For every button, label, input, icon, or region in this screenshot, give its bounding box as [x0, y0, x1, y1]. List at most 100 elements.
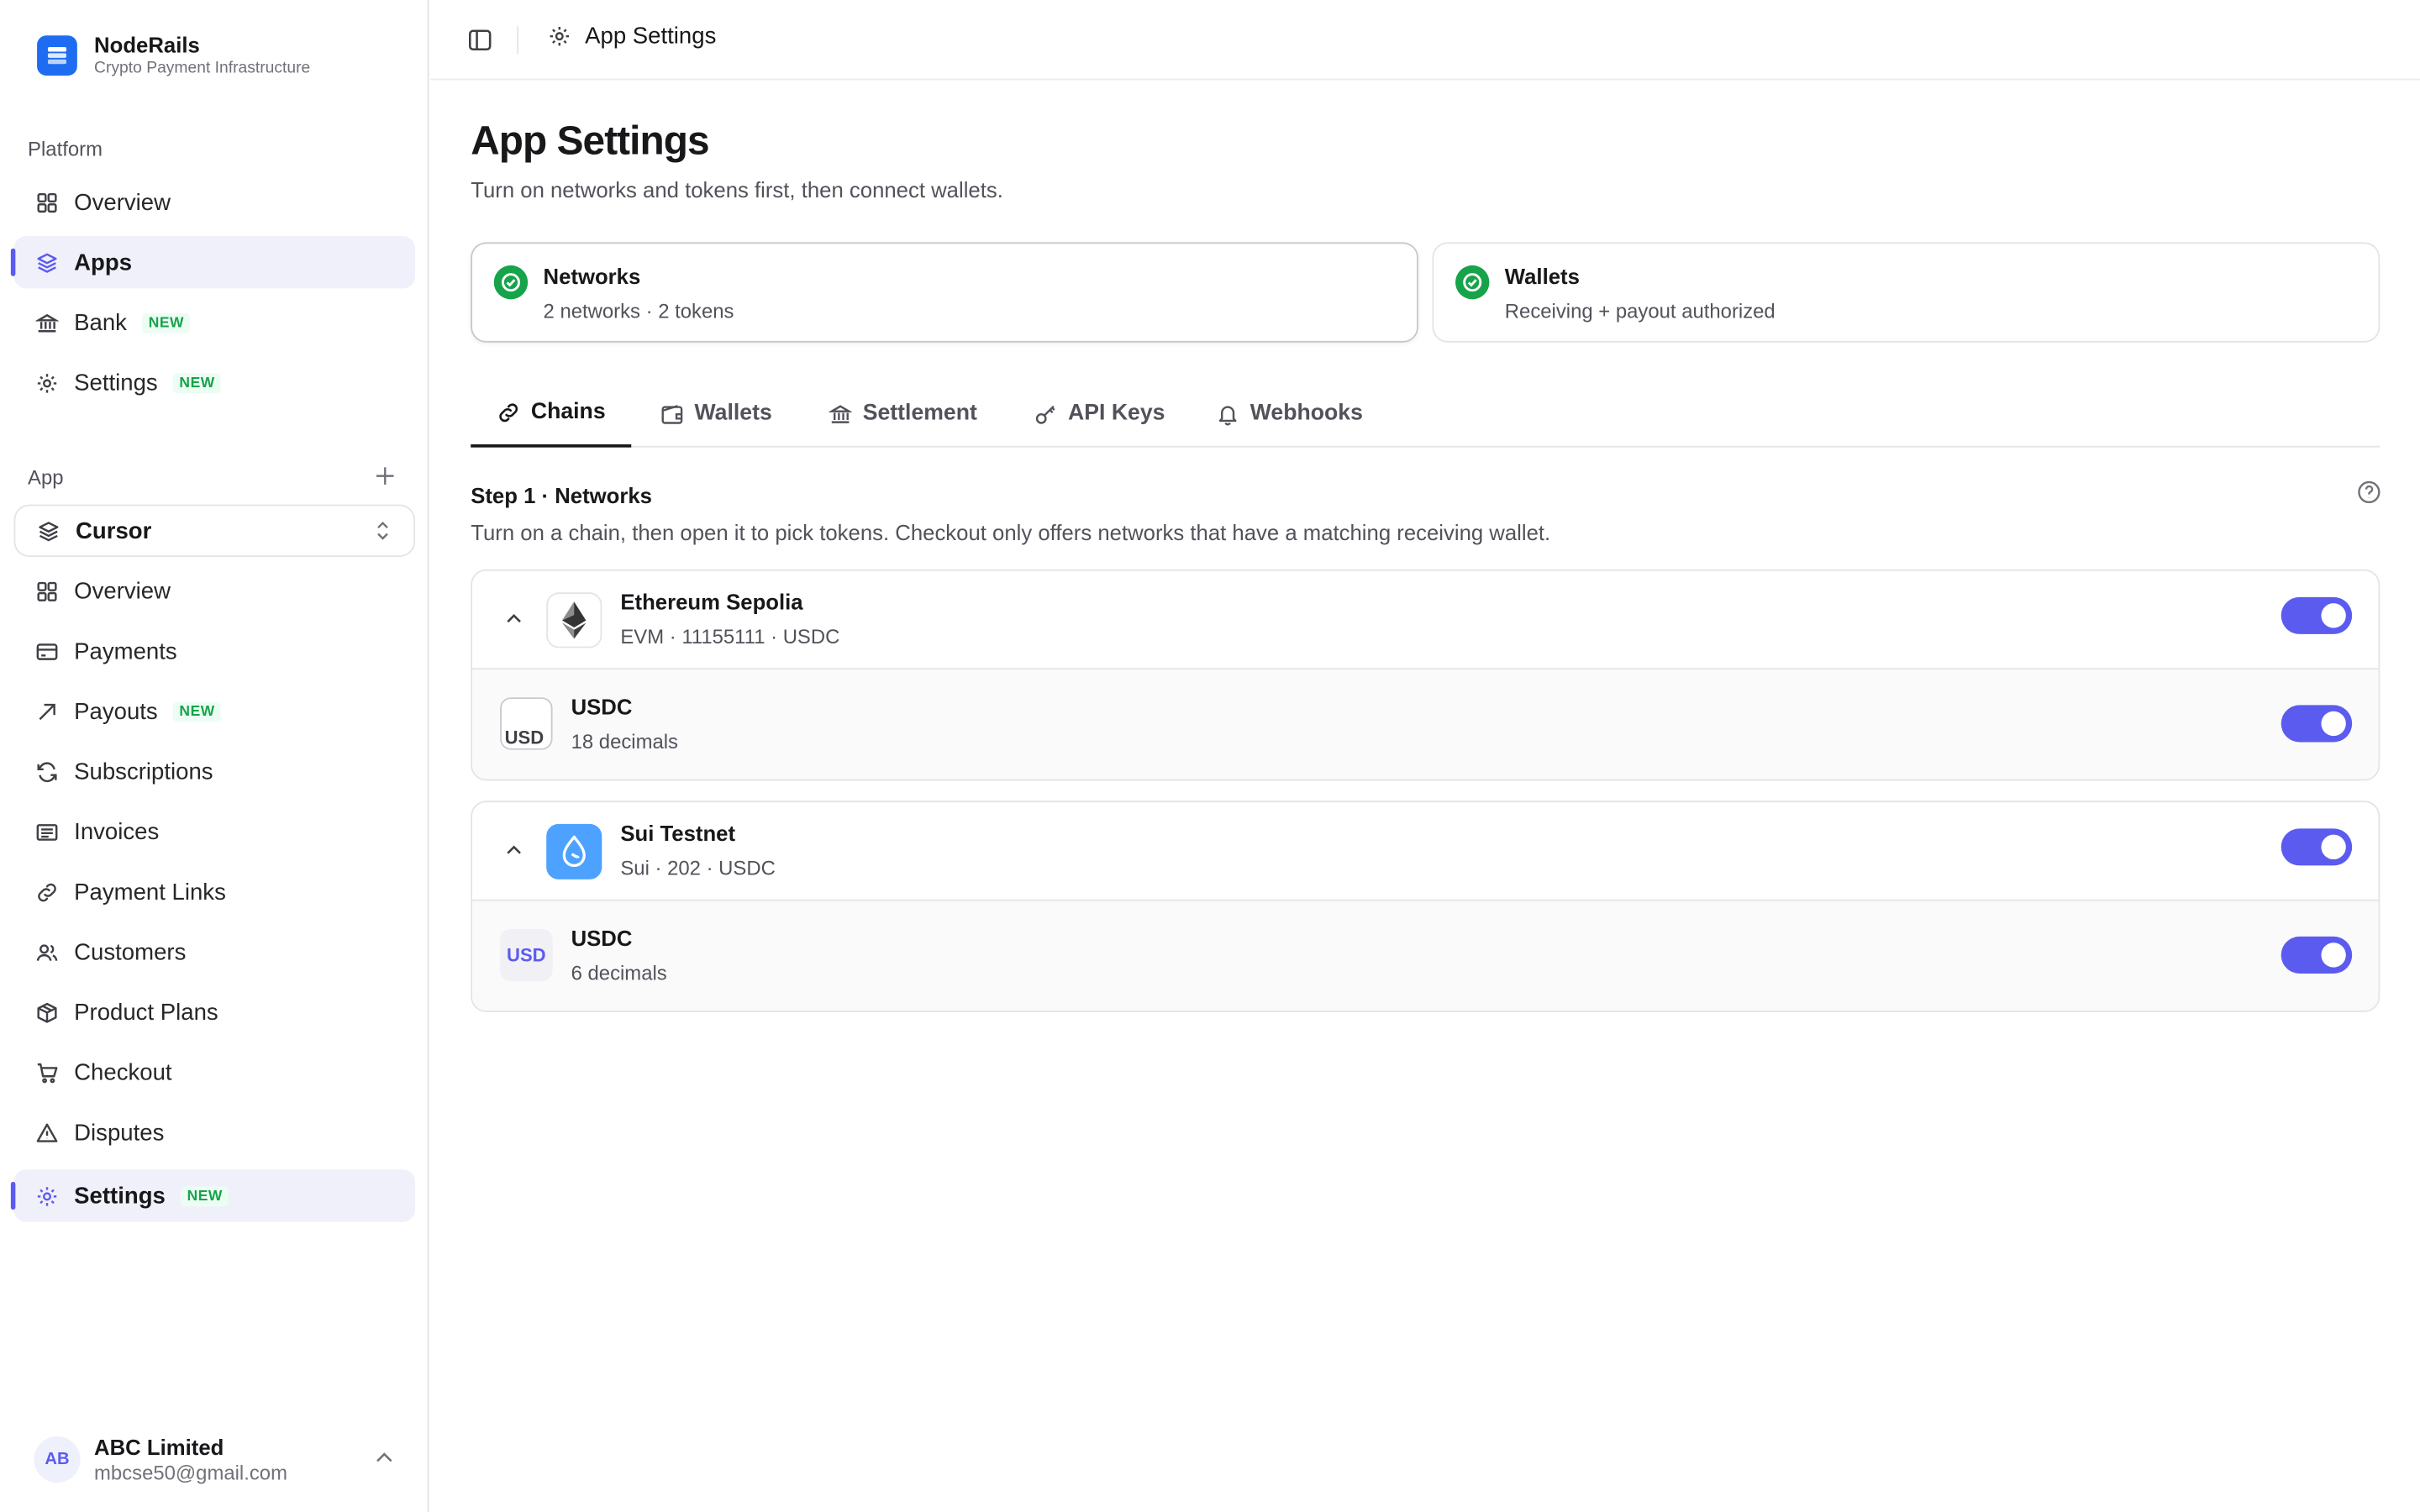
token-name: USDC [571, 694, 633, 719]
sidebar-item-subscriptions[interactable]: Subscriptions [14, 745, 416, 797]
sidebar-item-payments[interactable]: Payments [14, 625, 416, 677]
link-icon [34, 879, 58, 904]
token-row: USD USDC 6 decimals [472, 900, 2379, 1011]
brand-subtitle: Crypto Payment Infrastructure [94, 58, 311, 77]
tab-label: Webhooks [1249, 401, 1363, 426]
breadcrumb: App Settings [546, 24, 716, 50]
account-name: ABC Limited [94, 1434, 224, 1459]
sidebar-item-invoices[interactable]: Invoices [14, 806, 416, 858]
gear-icon [34, 370, 58, 395]
toggle-knob [2321, 603, 2346, 628]
tab-label: API Keys [1068, 401, 1165, 426]
breadcrumb-label: App Settings [585, 23, 717, 50]
bank-icon [34, 310, 58, 334]
tab-webhooks[interactable]: Webhooks [1190, 380, 1389, 448]
chain-name: Ethereum Sepolia [620, 589, 803, 615]
tab-chains[interactable]: Chains [471, 380, 632, 448]
sidebar-toggle-icon[interactable] [468, 28, 492, 52]
usdc-token-logo: USD [500, 697, 553, 750]
arrow-up-right-icon [34, 699, 58, 723]
toggle-knob [2321, 711, 2346, 737]
sidebar-item-label: Subscriptions [74, 758, 213, 785]
check-circle-icon [1455, 265, 1490, 300]
account-menu[interactable]: AB ABC Limited mbcse50@gmail.com [34, 1429, 404, 1490]
sidebar-item-label: Checkout [74, 1058, 172, 1086]
sidebar-item-bank[interactable]: Bank NEW [14, 297, 416, 349]
tab-api-keys[interactable]: API Keys [1007, 380, 1191, 448]
step-description: 2 networks · 2 tokens [543, 299, 734, 323]
sidebar-item-label: Overview [74, 188, 171, 216]
sidebar-item-label: Disputes [74, 1119, 165, 1146]
account-email: mbcse50@gmail.com [94, 1460, 287, 1484]
step-card-wallets[interactable]: Wallets Receiving + payout authorized [1432, 242, 2381, 343]
section-subtitle: Turn on a chain, then open it to pick to… [471, 519, 1551, 545]
new-badge: NEW [173, 701, 222, 722]
sui-icon [546, 823, 602, 879]
section-title: Step 1 · Networks [471, 482, 652, 508]
ethereum-icon [546, 592, 602, 648]
chain-card-sui-testnet: Sui Testnet Sui · 202 · USDC USD USDC 6 … [471, 801, 2381, 1012]
chain-name: Sui Testnet [620, 821, 736, 846]
tab-settlement[interactable]: Settlement [802, 380, 1003, 448]
token-toggle[interactable] [2281, 705, 2353, 743]
step-description: Receiving + payout authorized [1504, 299, 1776, 323]
chain-row[interactable]: Ethereum Sepolia EVM · 11155111 · USDC [472, 571, 2379, 670]
sidebar-item-product-plans[interactable]: Product Plans [14, 986, 416, 1038]
sidebar-item-platform-settings[interactable]: Settings NEW [14, 356, 416, 408]
chain-toggle[interactable] [2281, 596, 2353, 634]
sidebar-item-checkout[interactable]: Checkout [14, 1046, 416, 1098]
platform-group-label: Platform [28, 137, 103, 161]
tab-label: Settlement [862, 401, 977, 426]
chain-row[interactable]: Sui Testnet Sui · 202 · USDC [472, 802, 2379, 901]
chevron-up-down-icon [373, 518, 392, 549]
chain-card-ethereum-sepolia: Ethereum Sepolia EVM · 11155111 · USDC U… [471, 569, 2381, 781]
box-icon [34, 1000, 58, 1024]
gear-icon [546, 24, 571, 48]
check-circle-icon [493, 265, 529, 300]
token-toggle[interactable] [2281, 936, 2353, 974]
card-icon [34, 638, 58, 663]
token-row: USD USDC 18 decimals [472, 669, 2379, 780]
sidebar-item-app-settings[interactable]: Settings NEW [10, 1169, 416, 1222]
sidebar-item-label: Product Plans [74, 999, 218, 1026]
step-title: Networks [543, 264, 641, 289]
selected-app-name: Cursor [75, 517, 152, 544]
brand-name: NodeRails [94, 32, 200, 57]
app-selector[interactable]: Cursor [13, 504, 416, 558]
sidebar-item-payment-links[interactable]: Payment Links [14, 865, 416, 917]
invoice-icon [34, 819, 58, 843]
grid-icon [34, 190, 58, 214]
sidebar-item-platform-overview[interactable]: Overview [14, 176, 416, 228]
chain-meta: EVM · 11155111 · USDC [620, 624, 840, 648]
bell-icon [1216, 402, 1239, 425]
page-title: App Settings [471, 117, 709, 164]
sidebar-item-customers[interactable]: Customers [14, 926, 416, 978]
tab-label: Chains [530, 399, 606, 425]
chain-meta: Sui · 202 · USDC [620, 856, 776, 879]
cart-icon [34, 1060, 58, 1084]
brand[interactable]: NodeRails Crypto Payment Infrastructure [37, 33, 310, 79]
help-circle-icon[interactable] [2357, 480, 2381, 504]
sidebar-item-apps[interactable]: Apps [10, 236, 416, 289]
grid-icon [34, 579, 58, 603]
sidebar-item-label: Invoices [74, 818, 160, 845]
sidebar-item-label: Overview [74, 577, 171, 605]
add-app-plus-icon[interactable] [372, 463, 397, 487]
chevron-up-icon[interactable] [503, 839, 525, 861]
token-name: USDC [571, 926, 633, 951]
toggle-knob [2321, 942, 2346, 968]
chain-toggle[interactable] [2281, 828, 2353, 866]
bank-icon [829, 402, 852, 425]
step-card-networks[interactable]: Networks 2 networks · 2 tokens [471, 242, 1418, 343]
tab-wallets[interactable]: Wallets [634, 380, 798, 448]
chevron-up-icon[interactable] [503, 608, 525, 630]
noderails-logo-icon [37, 35, 77, 76]
sidebar-item-label: Payouts [74, 698, 158, 725]
layers-icon [35, 518, 60, 543]
sidebar-item-label: Settings [74, 1182, 166, 1210]
new-badge: NEW [181, 1185, 229, 1206]
sidebar-item-app-overview[interactable]: Overview [14, 564, 416, 617]
sidebar-item-disputes[interactable]: Disputes [14, 1106, 416, 1158]
sidebar-item-payouts[interactable]: Payouts NEW [14, 685, 416, 738]
new-badge: NEW [173, 372, 222, 393]
